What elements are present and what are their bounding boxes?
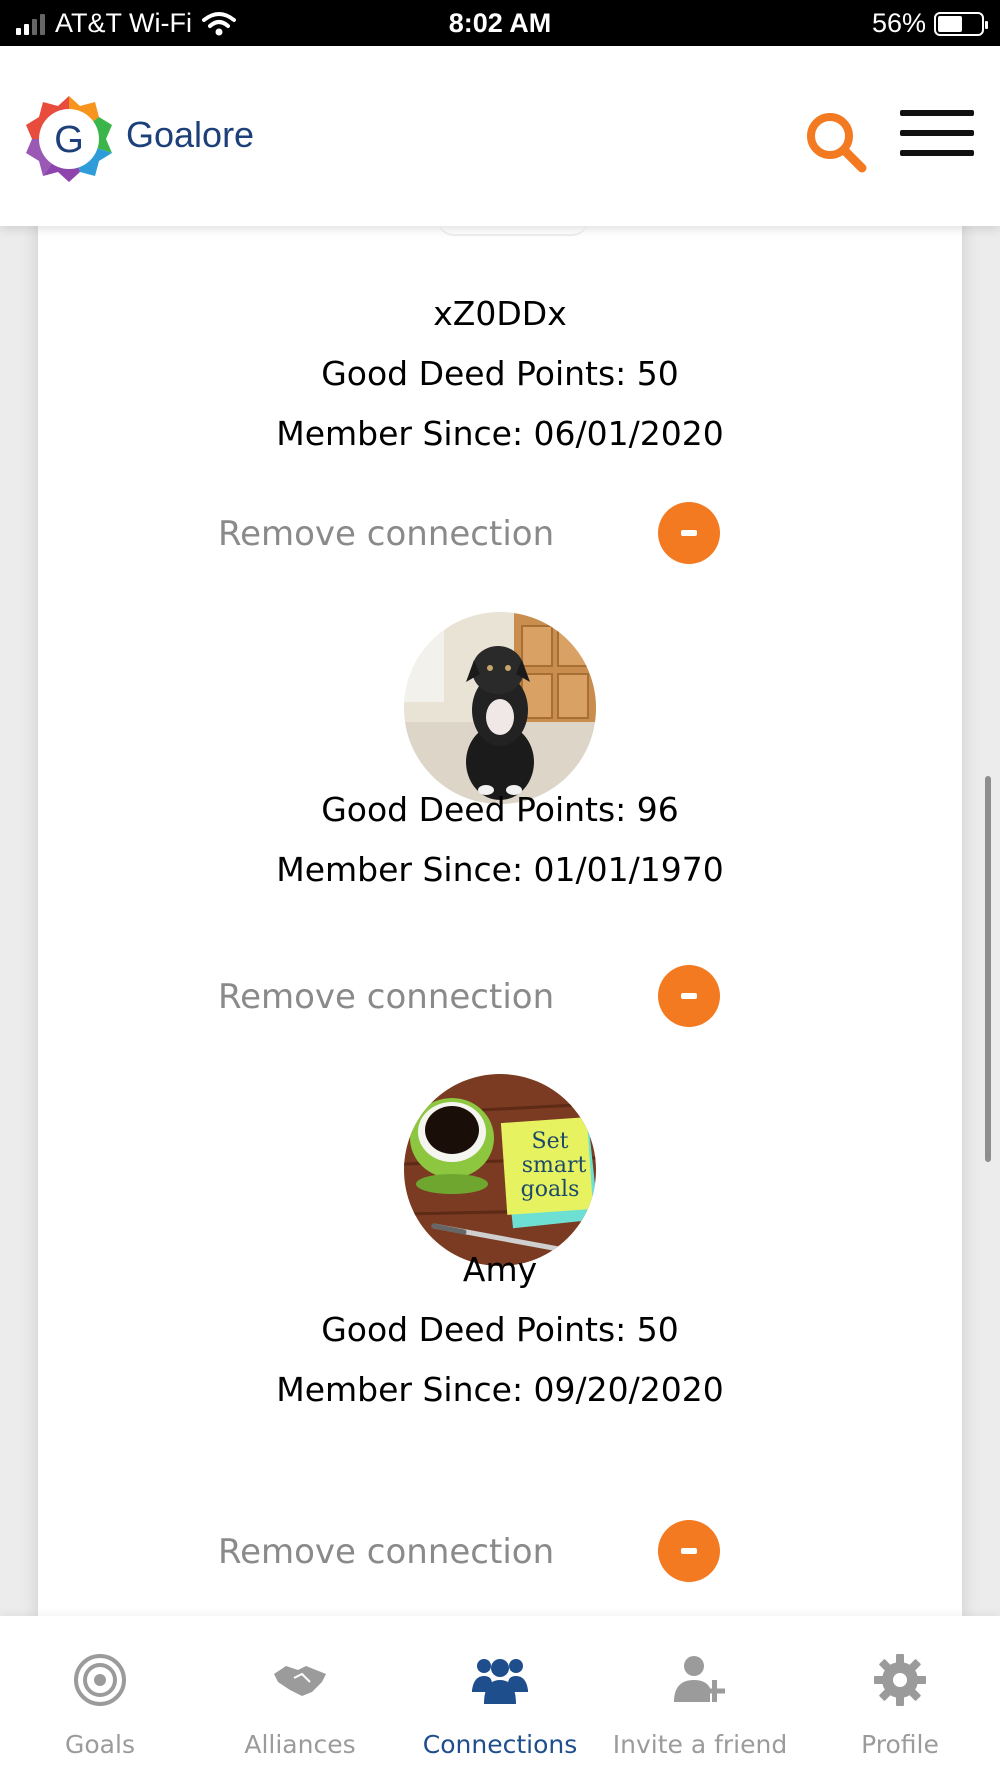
nav-invite-friend[interactable]: Invite a friend	[600, 1616, 800, 1778]
remove-connection-button[interactable]	[658, 502, 720, 564]
good-deed-points: Good Deed Points: 96	[321, 790, 679, 829]
remove-connection-row[interactable]: Remove connection	[38, 502, 962, 564]
status-bar: AT&T Wi-Fi 8:02 AM 56%	[0, 0, 1000, 46]
svg-text:Set: Set	[532, 1129, 569, 1154]
nav-connections[interactable]: Connections	[400, 1616, 600, 1778]
people-group-icon	[472, 1659, 528, 1704]
brand-name: Goalore	[126, 114, 255, 155]
target-icon	[74, 1654, 126, 1706]
member-since: Member Since: 01/01/1970	[276, 850, 724, 889]
status-bar-right: 56%	[871, 8, 988, 39]
remove-connection-row[interactable]: Remove connection	[38, 1520, 962, 1582]
connection-name: Amy	[462, 1250, 538, 1289]
remove-connection-label[interactable]: Remove connection	[218, 977, 554, 1017]
nav-label: Goals	[65, 1730, 135, 1759]
connections-list: xZ0DDx Good Deed Points: 50 Member Since…	[38, 220, 962, 1620]
good-deed-points: Good Deed Points: 50	[321, 354, 679, 393]
logo-letter: G	[54, 119, 84, 161]
remove-connection-label[interactable]: Remove connection	[218, 1532, 554, 1572]
remove-connection-button[interactable]	[658, 965, 720, 1027]
connection-name: xZ0DDx	[433, 294, 567, 333]
battery-icon	[934, 11, 988, 36]
nav-label: Connections	[422, 1730, 578, 1759]
battery-percent: 56%	[871, 8, 926, 38]
nav-label: Alliances	[244, 1730, 356, 1759]
gear-icon	[874, 1654, 926, 1706]
search-icon[interactable]	[800, 106, 870, 176]
nav-alliances[interactable]: Alliances	[200, 1616, 400, 1778]
add-user-icon	[674, 1656, 725, 1702]
hamburger-menu-icon[interactable]	[900, 110, 976, 160]
good-deed-points: Good Deed Points: 50	[321, 1310, 679, 1349]
svg-text:goals: goals	[521, 1177, 580, 1202]
remove-connection-row[interactable]: Remove connection	[38, 965, 962, 1027]
app-header: G Goalore	[0, 46, 1000, 226]
remove-connection-button[interactable]	[658, 1520, 720, 1582]
avatar-coffee-note[interactable]: Set smart goals	[404, 1074, 596, 1266]
bottom-nav: Goals Alliances Connections Invite a fri…	[0, 1616, 1000, 1778]
scrollbar[interactable]	[985, 776, 991, 1162]
remove-connection-label[interactable]: Remove connection	[218, 514, 554, 554]
svg-text:smart: smart	[522, 1153, 587, 1178]
nav-label: Profile	[861, 1730, 939, 1759]
member-since: Member Since: 09/20/2020	[276, 1370, 724, 1409]
member-since: Member Since: 06/01/2020	[276, 414, 724, 453]
avatar-dog[interactable]	[404, 612, 596, 804]
clock: 8:02 AM	[448, 8, 552, 38]
nav-label: Invite a friend	[612, 1730, 788, 1759]
nav-profile[interactable]: Profile	[800, 1616, 1000, 1778]
goalore-logo[interactable]: G	[22, 92, 116, 186]
nav-goals[interactable]: Goals	[0, 1616, 200, 1778]
handshake-icon	[274, 1666, 326, 1696]
